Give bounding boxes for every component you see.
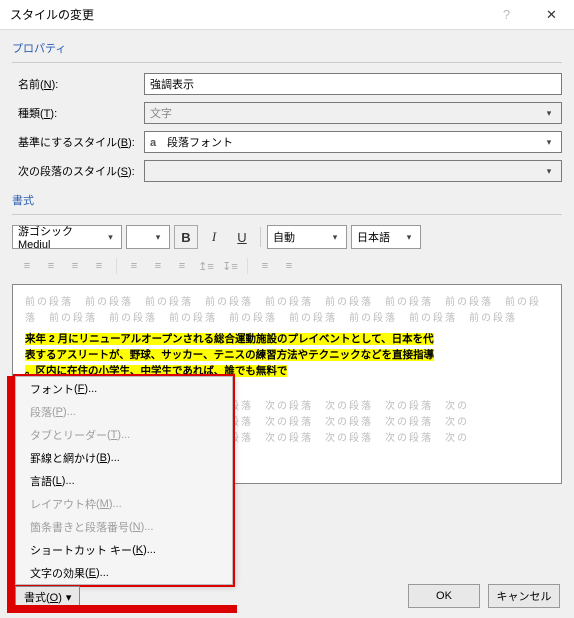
underline-button[interactable]: U [230, 225, 254, 249]
align-left-icon: ≡ [16, 256, 38, 276]
based-on-select[interactable]: a段落フォント ▾ [144, 131, 562, 153]
spacing-after-icon: ↧≡ [219, 256, 241, 276]
chevron-down-icon[interactable]: ▾ [103, 232, 118, 243]
window-title: スタイルの変更 [10, 6, 94, 23]
menu-text-effects[interactable]: 文字の効果(E)... [16, 561, 232, 584]
chevron-down-icon: ▾ [541, 166, 557, 177]
menu-tabs: タブとリーダー(T)... [16, 423, 232, 446]
paragraph-icon: a [150, 137, 164, 149]
spacing-icon: ≡ [123, 256, 145, 276]
font-lang-select[interactable]: 日本語▾ [351, 225, 421, 249]
paragraph-toolbar: ≡ ≡ ≡ ≡ ≡ ≡ ≡ ↥≡ ↧≡ ≡ ≡ [12, 256, 562, 276]
kind-select: 文字 ▾ [144, 102, 562, 124]
highlight-border [7, 605, 237, 613]
align-justify-icon: ≡ [88, 256, 110, 276]
indent-left-icon: ≡ [254, 256, 276, 276]
divider [12, 62, 562, 63]
spacing-icon: ≡ [147, 256, 169, 276]
separator [247, 258, 248, 274]
italic-button[interactable]: I [202, 225, 226, 249]
ok-button[interactable]: OK [408, 584, 480, 608]
menu-shortcut[interactable]: ショートカット キー(K)... [16, 538, 232, 561]
dropdown-arrow-icon: ▾ [66, 591, 72, 604]
chevron-down-icon[interactable]: ▾ [401, 232, 417, 243]
based-on-label: 基準にするスタイル(B): [12, 134, 144, 150]
dialog-buttons: OK キャンセル [408, 584, 560, 608]
divider [12, 214, 562, 215]
menu-font[interactable]: フォント(F)... [16, 377, 232, 400]
window-controls: ? ✕ [484, 0, 574, 30]
bold-button[interactable]: B [174, 225, 198, 249]
kind-label: 種類(T): [12, 105, 144, 121]
next-style-label: 次の段落のスタイル(S): [12, 163, 144, 179]
title-bar: スタイルの変更 ? ✕ [0, 0, 574, 30]
separator [116, 258, 117, 274]
chevron-down-icon[interactable]: ▾ [327, 232, 343, 243]
menu-borders[interactable]: 罫線と網かけ(B)... [16, 446, 232, 469]
close-icon[interactable]: ✕ [529, 0, 574, 30]
spacing-icon: ≡ [171, 256, 193, 276]
format-heading: 書式 [12, 192, 562, 208]
chevron-down-icon[interactable]: ▾ [150, 232, 166, 243]
align-right-icon: ≡ [64, 256, 86, 276]
font-size-select[interactable]: ▾ [126, 225, 170, 249]
name-label: 名前(N): [12, 76, 144, 92]
highlight-border [7, 376, 15, 613]
next-style-select: ▾ [144, 160, 562, 182]
font-name-select[interactable]: 游ゴシック Mediul▾ [12, 225, 122, 249]
spacing-before-icon: ↥≡ [195, 256, 217, 276]
align-center-icon: ≡ [40, 256, 62, 276]
prev-paragraph-text: 前の段落 前の段落 前の段落 前の段落 前の段落 前の段落 前の段落 前の段落 … [25, 295, 549, 327]
font-color-select[interactable]: 自動▾ [267, 225, 347, 249]
menu-language[interactable]: 言語(L)... [16, 469, 232, 492]
name-input[interactable]: 強調表示 [144, 73, 562, 95]
menu-numbering: 箇条書きと段落番号(N)... [16, 515, 232, 538]
chevron-down-icon: ▾ [541, 108, 557, 119]
format-context-menu: フォント(F)... 段落(P)... タブとリーダー(T)... 罫線と網かけ… [15, 376, 233, 585]
menu-paragraph: 段落(P)... [16, 400, 232, 423]
format-toolbar: 游ゴシック Mediul▾ ▾ B I U 自動▾ 日本語▾ [12, 225, 562, 249]
indent-right-icon: ≡ [278, 256, 300, 276]
cancel-button[interactable]: キャンセル [488, 584, 560, 608]
help-icon: ? [484, 0, 529, 30]
menu-frame: レイアウト枠(M)... [16, 492, 232, 515]
separator [260, 227, 261, 247]
properties-heading: プロパティ [12, 40, 562, 56]
chevron-down-icon[interactable]: ▾ [541, 137, 557, 148]
